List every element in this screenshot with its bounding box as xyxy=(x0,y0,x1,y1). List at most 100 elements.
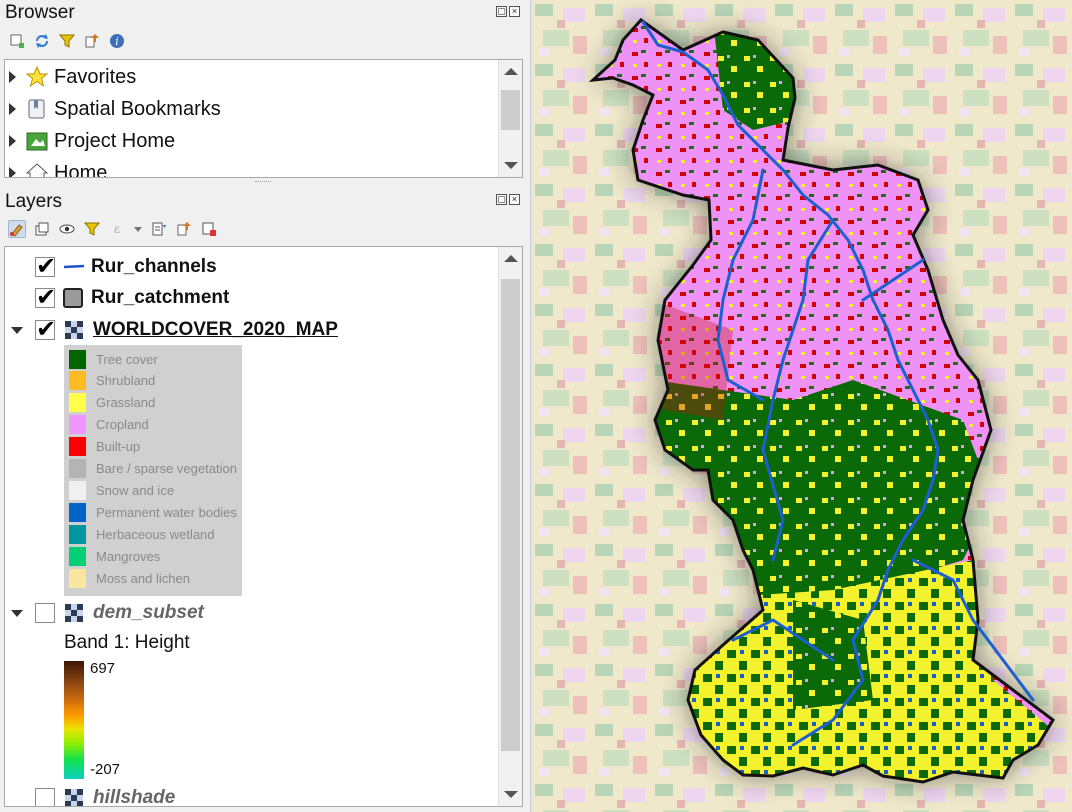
legend-label: Built-up xyxy=(96,439,141,455)
svg-text:ε: ε xyxy=(114,222,120,236)
dem-max-label: 697 xyxy=(90,660,116,677)
browser-tree[interactable]: Favorites Spatial Bookmarks Project Home… xyxy=(4,59,523,178)
layer-visibility-checkbox[interactable] xyxy=(35,603,55,623)
browser-item-favorites[interactable]: Favorites xyxy=(9,62,136,92)
layer-name: Rur_channels xyxy=(91,256,217,277)
scroll-down-icon[interactable] xyxy=(504,791,518,798)
layers-toolbar: ε xyxy=(8,217,218,241)
properties-info-button[interactable]: i xyxy=(108,32,126,50)
polygon-layer-icon xyxy=(63,288,83,308)
legend-swatch xyxy=(69,524,86,544)
raster-layer-icon xyxy=(65,604,83,622)
line-layer-icon xyxy=(63,264,85,269)
raster-layer-icon xyxy=(65,789,83,806)
expand-arrow-icon[interactable] xyxy=(9,103,16,115)
legend-label: Permanent water bodies xyxy=(96,504,237,520)
map-rendering xyxy=(533,0,1072,812)
legend-label: Snow and ice xyxy=(96,482,175,498)
legend-item: Cropland xyxy=(69,415,149,435)
layer-row-hillshade[interactable]: hillshade xyxy=(35,783,176,807)
scroll-up-icon[interactable] xyxy=(504,255,518,262)
float-panel-icon[interactable]: ▢ xyxy=(496,6,507,17)
legend-label: Bare / sparse vegetation xyxy=(96,461,237,476)
collapse-arrow-icon[interactable] xyxy=(11,609,23,617)
legend-swatch xyxy=(69,546,86,566)
project-home-icon xyxy=(26,130,48,152)
legend-swatch xyxy=(69,415,86,435)
close-panel-icon[interactable]: × xyxy=(509,194,520,205)
browser-item-project-home[interactable]: Project Home xyxy=(9,126,175,156)
filter-legend-button[interactable] xyxy=(83,220,101,238)
legend-swatch xyxy=(69,349,86,369)
chevron-down-icon[interactable] xyxy=(133,220,143,238)
dem-min-label: -207 xyxy=(90,761,121,778)
filter-expression-button[interactable]: ε xyxy=(108,220,126,238)
browser-item-home[interactable]: Home xyxy=(9,158,108,178)
collapse-arrow-icon[interactable] xyxy=(11,326,23,334)
legend-item: Snow and ice xyxy=(69,480,174,500)
legend-label: Shrubland xyxy=(96,373,156,389)
close-panel-icon[interactable]: × xyxy=(509,6,520,17)
legend-item: Permanent water bodies xyxy=(69,502,237,522)
legend-swatch xyxy=(69,437,86,457)
legend-label: Grassland xyxy=(96,395,156,411)
legend-item: Moss and lichen xyxy=(69,568,190,588)
layer-row-worldcover[interactable]: WORLDCOVER_2020_MAP xyxy=(11,315,338,345)
layers-panel-title: Layers xyxy=(5,191,63,212)
left-dock: Browser ▢ × i Favorites Spatial Bookmark… xyxy=(0,0,530,812)
legend-label: Herbaceous wetland xyxy=(96,526,215,542)
filter-button[interactable] xyxy=(58,32,76,50)
expand-arrow-icon[interactable] xyxy=(9,167,16,177)
layer-visibility-checkbox[interactable] xyxy=(35,788,55,806)
layer-name: WORLDCOVER_2020_MAP xyxy=(93,319,338,340)
add-group-button[interactable] xyxy=(33,220,51,238)
browser-item-label: Home xyxy=(54,161,108,178)
scroll-up-icon[interactable] xyxy=(504,68,518,75)
legend-swatch xyxy=(69,480,86,500)
style-panel-button[interactable] xyxy=(8,220,26,238)
browser-toolbar: i xyxy=(8,29,126,53)
remove-layer-button[interactable] xyxy=(200,220,218,238)
layer-name: hillshade xyxy=(93,787,176,807)
expand-arrow-icon[interactable] xyxy=(9,71,16,83)
layers-scrollbar[interactable] xyxy=(498,247,522,806)
legend-swatch xyxy=(69,393,86,413)
scroll-thumb[interactable] xyxy=(501,90,520,130)
browser-scrollbar[interactable] xyxy=(498,60,522,177)
expand-all-button[interactable] xyxy=(150,220,168,238)
layer-row-dem-subset[interactable]: dem_subset xyxy=(11,598,204,628)
add-selected-layers-button[interactable] xyxy=(8,32,26,50)
legend-item: Grassland xyxy=(69,393,155,413)
home-icon xyxy=(26,162,48,177)
layer-name: Rur_catchment xyxy=(91,287,230,308)
legend-item: Tree cover xyxy=(69,349,158,369)
legend-swatch xyxy=(69,371,86,391)
dem-color-ramp xyxy=(64,661,84,779)
legend-item: Mangroves xyxy=(69,546,160,566)
legend-label: Moss and lichen xyxy=(96,570,190,586)
browser-item-spatial-bookmarks[interactable]: Spatial Bookmarks xyxy=(9,94,221,124)
collapse-all-layers-button[interactable] xyxy=(175,220,193,238)
legend-swatch xyxy=(69,459,86,478)
scroll-thumb[interactable] xyxy=(501,279,520,751)
bookmark-icon xyxy=(26,98,48,120)
float-panel-icon[interactable]: ▢ xyxy=(496,194,507,205)
browser-item-label: Project Home xyxy=(54,129,176,152)
browser-panel-title: Browser xyxy=(5,2,75,23)
legend-item: Herbaceous wetland xyxy=(69,524,215,544)
browser-panel-controls: ▢ × xyxy=(496,6,522,20)
manage-visibility-button[interactable] xyxy=(58,220,76,238)
svg-text:i: i xyxy=(115,35,119,48)
refresh-button[interactable] xyxy=(33,32,51,50)
layer-visibility-checkbox[interactable] xyxy=(35,315,56,344)
layer-visibility-checkbox[interactable] xyxy=(35,252,56,281)
layer-row-rur-catchment[interactable]: Rur_catchment xyxy=(35,283,229,313)
map-canvas[interactable] xyxy=(533,0,1072,812)
collapse-all-button[interactable] xyxy=(83,32,101,50)
splitter-handle[interactable] xyxy=(255,181,271,184)
raster-layer-icon xyxy=(65,321,83,339)
expand-arrow-icon[interactable] xyxy=(9,135,16,147)
layer-row-rur-channels[interactable]: Rur_channels xyxy=(35,252,217,282)
scroll-down-icon[interactable] xyxy=(504,162,518,169)
layer-visibility-checkbox[interactable] xyxy=(35,283,56,312)
